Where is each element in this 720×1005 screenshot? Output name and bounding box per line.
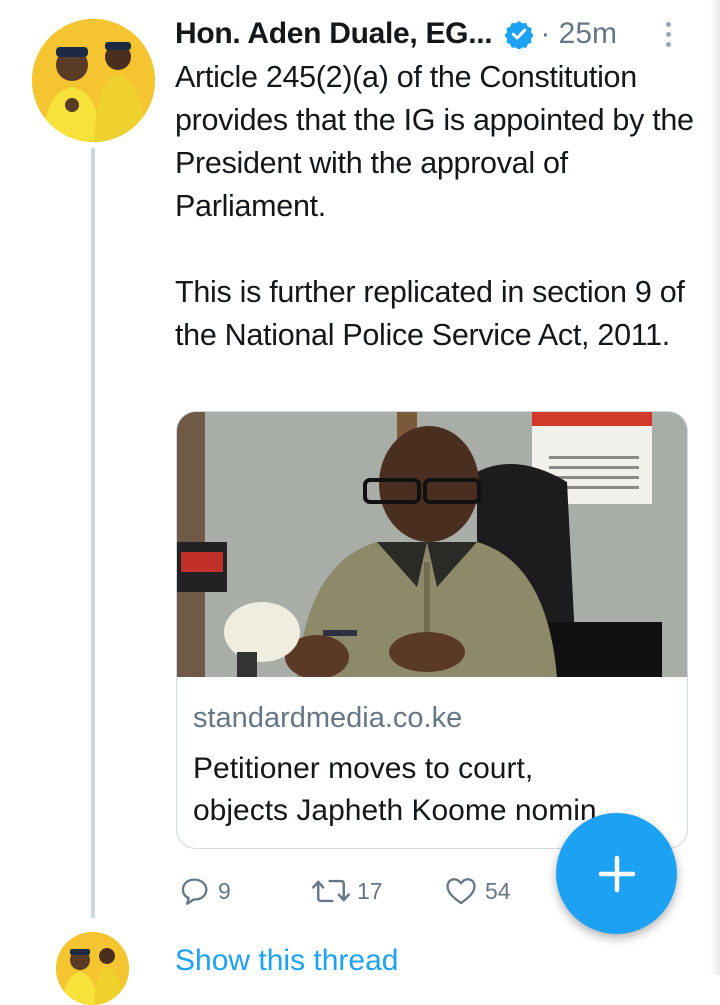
tweet-header: Hon. Aden Duale, EG... · 25m [175,14,680,54]
thread-author-avatar[interactable] [56,932,129,1005]
card-domain: standardmedia.co.ke [193,702,463,734]
author-avatar[interactable] [32,19,155,142]
compose-tweet-button[interactable] [556,813,677,934]
card-title-line: Petitioner moves to court, [193,752,534,785]
retweet-icon [312,879,350,903]
avatar-image [56,932,129,1005]
tweet-paragraph: Article 245(2)(a) of the Constitution pr… [175,60,694,223]
reply-icon [181,878,208,905]
like-icon [446,878,476,905]
retweet-button[interactable]: 17 [311,874,383,908]
link-preview-card[interactable]: standardmedia.co.ke Petitioner moves to … [176,411,688,849]
edge-shadow [710,0,720,975]
avatar-image [32,19,155,142]
more-options-icon[interactable] [666,22,672,47]
plus-icon [598,855,635,892]
tweet-timestamp[interactable]: · 25m [540,17,617,51]
tweet-body: Article 245(2)(a) of the Constitution pr… [175,56,700,357]
verified-badge-icon [504,20,534,49]
card-image [177,412,687,679]
show-thread-link[interactable]: Show this thread [175,944,398,978]
author-name[interactable]: Hon. Aden Duale, EG... [175,17,493,51]
retweet-count: 17 [357,877,383,904]
tweet-paragraph: This is further replicated in section 9 … [175,275,685,352]
like-button[interactable]: 54 [443,874,511,908]
reply-button[interactable]: 9 [178,874,231,908]
reply-count: 9 [218,877,231,904]
thread-line [91,148,95,918]
like-count: 54 [485,877,511,904]
